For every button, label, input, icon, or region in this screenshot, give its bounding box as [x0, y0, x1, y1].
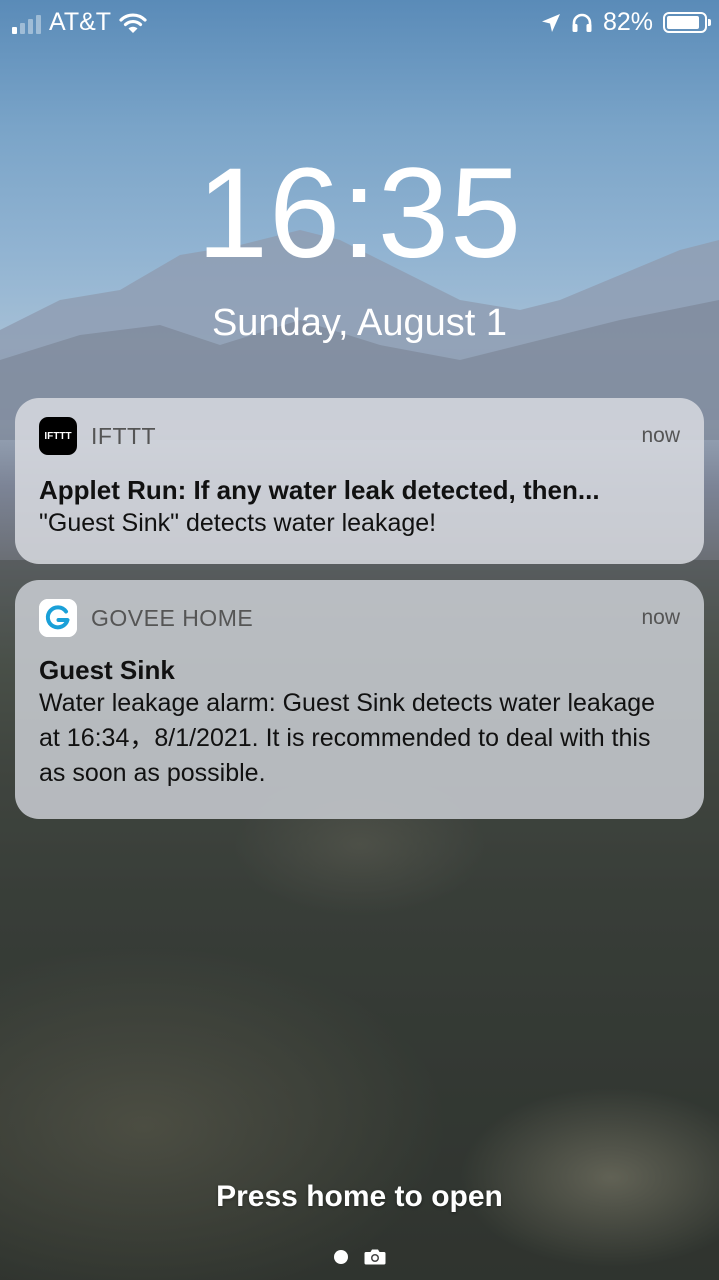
- headphones-icon: [572, 13, 592, 32]
- notification-ifttt[interactable]: IFTTT IFTTT now Applet Run: If any water…: [15, 398, 704, 564]
- notification-govee[interactable]: GOVEE HOME now Guest Sink Water leakage …: [15, 580, 704, 819]
- lock-date: Sunday, August 1: [211, 302, 508, 344]
- notification-app-name: IFTTT: [91, 422, 157, 449]
- ifttt-icon: IFTTT: [39, 417, 77, 455]
- notification-title: Guest Sink: [39, 655, 175, 685]
- signal-bars-icon: [12, 12, 41, 34]
- battery-icon: [663, 12, 711, 33]
- notification-body: Water leakage alarm: Guest Sink detects …: [39, 689, 656, 787]
- lock-clock: 16:35: [196, 142, 523, 285]
- wifi-icon: [119, 12, 147, 33]
- battery-percent: 82%: [602, 8, 653, 36]
- page-indicator: [0, 1248, 719, 1265]
- carrier-label: AT&T: [49, 8, 112, 36]
- camera-icon[interactable]: [364, 1248, 386, 1265]
- page-dot-icon: [333, 1249, 348, 1264]
- press-home-prompt: Press home to open: [216, 1180, 503, 1213]
- notification-time: now: [641, 606, 680, 629]
- location-arrow-icon: [541, 13, 560, 32]
- notification-body: "Guest Sink" detects water leakage!: [39, 509, 437, 537]
- notification-title: Applet Run: If any water leak detected, …: [39, 475, 600, 505]
- govee-icon: [39, 599, 77, 637]
- status-bar: AT&T 82%: [0, 0, 719, 46]
- notification-time: now: [641, 424, 680, 447]
- notification-app-name: GOVEE HOME: [91, 604, 254, 631]
